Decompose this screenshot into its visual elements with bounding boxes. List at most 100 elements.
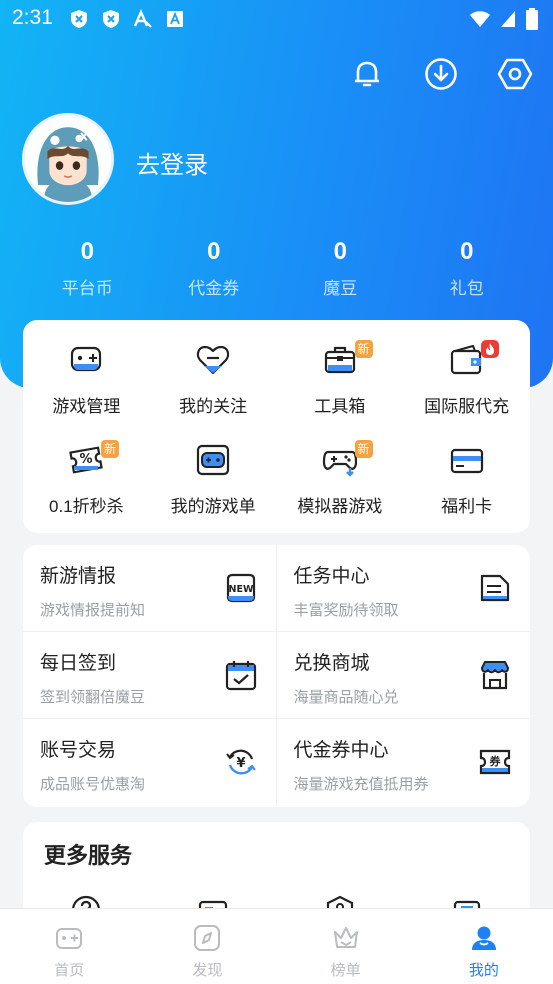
section-title: 更多服务 (44, 843, 133, 868)
shield-icon (68, 8, 90, 30)
toolbox-icon (324, 346, 355, 374)
notification-icons (68, 8, 186, 30)
download-icon[interactable] (423, 56, 459, 92)
stat-value: 0 (460, 238, 474, 265)
badge-new: 新 (354, 440, 373, 458)
new-icon-text: NEW (228, 584, 253, 595)
nav-discover[interactable]: 发现 (138, 909, 276, 984)
feature-new-game-news[interactable]: 新游情报 游戏情报提前知 NEW (23, 545, 277, 632)
home-gamepad-icon (56, 928, 83, 949)
menu-flash-sale[interactable]: % 新 0.1折秒杀 (23, 440, 150, 524)
stat-gift-pack[interactable]: 0 礼包 (404, 238, 531, 299)
discount-icon: % (69, 446, 104, 474)
stat-value: 0 (207, 238, 221, 265)
feature-card: 新游情报 游戏情报提前知 NEW 任务中心 丰富奖励待领取 每日签到 签到领翻倍… (23, 545, 530, 807)
menu-my-follow[interactable]: 我的关注 (150, 342, 277, 424)
battery-icon (526, 8, 538, 30)
heart-icon (197, 345, 230, 375)
feature-title: 兑换商城 (293, 653, 370, 674)
feature-title: 每日签到 (40, 653, 117, 674)
stat-label: 平台币 (61, 279, 113, 298)
shop-icon (481, 661, 509, 690)
badge-new: 新 (354, 340, 373, 358)
new-icon: NEW (226, 573, 255, 603)
task-icon (480, 574, 510, 602)
gamepad-icon (71, 346, 102, 372)
feature-account-trade[interactable]: 账号交易 成品账号优惠淘 ¥ (23, 719, 277, 806)
menu-label: 工具箱 (314, 397, 366, 416)
stat-label: 代金券 (188, 279, 240, 298)
system-icons (469, 8, 539, 30)
menu-welfare-card[interactable]: 福利卡 (403, 442, 530, 524)
stat-value: 0 (333, 238, 347, 265)
feature-exchange-mall[interactable]: 兑换商城 海量商品随心兑 (276, 632, 530, 719)
wifi-icon (470, 11, 490, 27)
feature-subtitle: 签到领翻倍魔豆 (40, 689, 146, 706)
shield-icon (100, 8, 122, 30)
avatar-character-icon (25, 116, 111, 202)
svg-text:%: % (80, 452, 93, 467)
status-bar: 2:31 (0, 0, 553, 40)
feature-title: 任务中心 (293, 566, 370, 587)
yen-icon-text: ¥ (236, 756, 245, 771)
settings-icon[interactable] (497, 56, 533, 92)
wallet-icon (450, 344, 481, 375)
feature-subtitle: 海量游戏充值抵用券 (293, 776, 429, 793)
feature-subtitle: 成品账号优惠淘 (40, 776, 146, 793)
menu-label: 福利卡 (441, 497, 493, 516)
nav-label: 发现 (192, 962, 223, 979)
game-list-icon (197, 444, 230, 476)
coupon-icon: 券 (479, 749, 511, 775)
user-stats: 0 平台币 0 代金券 0 魔豆 0 礼包 (24, 238, 530, 299)
stat-label: 魔豆 (323, 279, 358, 298)
feature-subtitle: 海量商品随心兑 (293, 689, 399, 706)
feature-daily-checkin[interactable]: 每日签到 签到领翻倍魔豆 (23, 632, 277, 719)
header-actions (349, 56, 533, 92)
nav-home[interactable]: 首页 (0, 909, 138, 984)
login-link[interactable]: 去登录 (136, 145, 208, 180)
feature-task-center[interactable]: 任务中心 丰富奖励待领取 (276, 545, 530, 632)
signal-icon (501, 11, 515, 27)
yen-exchange-icon: ¥ (225, 749, 256, 775)
bell-icon[interactable] (349, 56, 385, 92)
stat-magic-bean[interactable]: 0 魔豆 (277, 238, 404, 299)
nav-label: 榜单 (330, 962, 361, 979)
stat-value: 0 (80, 238, 94, 265)
status-time: 2:31 (12, 6, 53, 29)
emulator-icon (322, 450, 357, 477)
nav-mine[interactable]: 我的 (415, 909, 553, 984)
stat-label: 礼包 (449, 279, 484, 298)
menu-toolbox[interactable]: 新 工具箱 (277, 340, 404, 424)
hot-badge-icon (481, 340, 500, 358)
compass-icon (194, 925, 221, 951)
badge-new: 新 (101, 440, 119, 458)
menu-label: 国际服代充 (424, 397, 510, 416)
nav-label: 我的 (468, 962, 499, 979)
menu-emulator-games[interactable]: 新 模拟器游戏 (277, 440, 404, 524)
translate-icon (132, 8, 154, 30)
nav-label: 首页 (54, 962, 85, 979)
feature-title: 新游情报 (40, 566, 117, 587)
menu-label: 模拟器游戏 (297, 497, 383, 516)
menu-my-game-list[interactable]: 我的游戏单 (150, 442, 277, 524)
feature-voucher-center[interactable]: 代金券中心 海量游戏充值抵用券 券 (277, 719, 531, 806)
font-icon (164, 8, 186, 30)
bottom-navigation: 首页 发现 榜单 我的 (0, 908, 553, 984)
menu-intl-recharge[interactable]: 国际服代充 (403, 340, 530, 424)
feature-title: 代金券中心 (293, 740, 389, 761)
stat-platform-coin[interactable]: 0 平台币 (24, 238, 151, 299)
calendar-check-icon (225, 661, 256, 691)
coupon-icon-text: 券 (489, 754, 502, 768)
menu-label: 我的游戏单 (170, 497, 256, 516)
feature-title: 账号交易 (40, 740, 117, 761)
feature-subtitle: 丰富奖励待领取 (293, 602, 399, 619)
nav-rankings[interactable]: 榜单 (277, 909, 415, 984)
quick-menu-card: 游戏管理 我的关注 新 工具箱 国际服代充 % 新 0.1折秒杀 我的游戏单 新 (23, 320, 530, 533)
crown-icon (333, 927, 358, 948)
feature-subtitle: 游戏情报提前知 (40, 602, 146, 619)
menu-label: 游戏管理 (52, 397, 121, 416)
stat-voucher[interactable]: 0 代金券 (151, 238, 278, 299)
avatar[interactable] (22, 113, 114, 205)
menu-label: 0.1折秒杀 (49, 497, 124, 516)
menu-game-manage[interactable]: 游戏管理 (23, 342, 150, 424)
